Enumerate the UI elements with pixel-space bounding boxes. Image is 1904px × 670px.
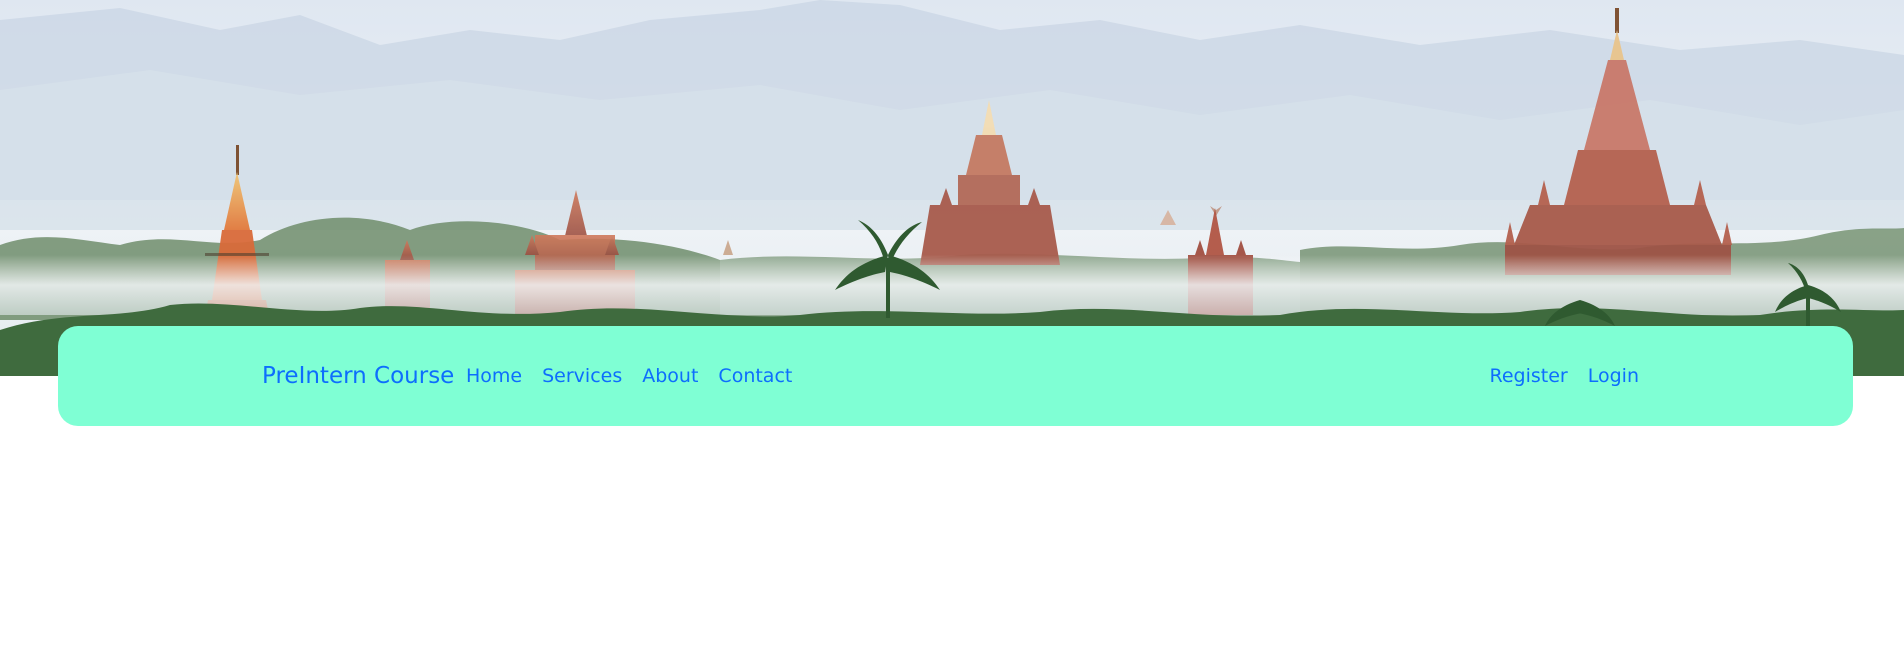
nav-item-login: Login <box>1578 365 1649 387</box>
navbar: PreIntern Course Home Services About Con… <box>58 326 1853 426</box>
nav-link-about[interactable]: About <box>632 365 708 387</box>
brand-link[interactable]: PreIntern Course <box>262 326 454 426</box>
nav-item-contact: Contact <box>708 365 802 387</box>
nav-link-login[interactable]: Login <box>1578 365 1649 387</box>
nav-links-left: Home Services About Contact <box>456 326 802 426</box>
hero-banner <box>0 0 1904 376</box>
nav-item-home: Home <box>456 365 532 387</box>
nav-item-services: Services <box>532 365 632 387</box>
page: PreIntern Course Home Services About Con… <box>0 0 1904 670</box>
nav-link-home[interactable]: Home <box>456 365 532 387</box>
nav-link-contact[interactable]: Contact <box>708 365 802 387</box>
nav-links-right: Register Login <box>1480 326 1650 426</box>
pagoda-landscape-image <box>0 0 1904 376</box>
nav-item-register: Register <box>1480 365 1578 387</box>
nav-link-services[interactable]: Services <box>532 365 632 387</box>
nav-item-about: About <box>632 365 708 387</box>
nav-link-register[interactable]: Register <box>1480 365 1578 387</box>
